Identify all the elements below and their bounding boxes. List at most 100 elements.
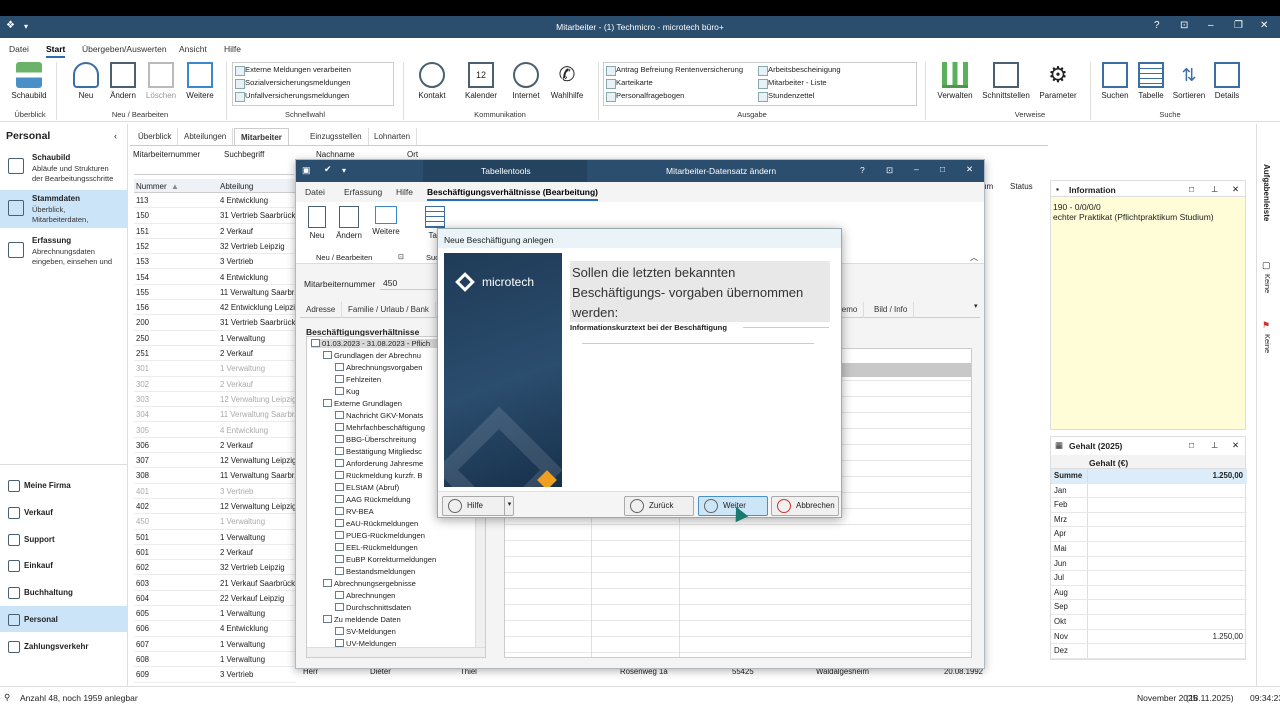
gehalt-row[interactable]: Aug	[1051, 585, 1247, 601]
table-row[interactable]: 501 1 Verwaltung	[134, 530, 296, 545]
aufgabenleiste-label[interactable]: Aufgabenleiste	[1262, 164, 1271, 221]
table-row[interactable]: 401 3 Vertrieb	[134, 484, 296, 499]
table-row[interactable]: 608 1 Verwaltung	[134, 652, 296, 668]
table-row[interactable]: 602 32 Vertrieb Leipzig	[134, 560, 296, 576]
nav-stammdaten[interactable]: Stammdaten Überblick, Mitarbeiterdaten,	[0, 190, 128, 228]
nav-buchhaltung[interactable]: Buchhaltung	[8, 587, 73, 599]
gehalt-row[interactable]: Mrz	[1051, 512, 1247, 528]
maximize-icon[interactable]: □	[1189, 184, 1194, 194]
nav-zahlungsverkehr[interactable]: Zahlungsverkehr	[8, 641, 88, 653]
dlg-neu-button[interactable]: Neu	[304, 206, 330, 240]
loeschen-button[interactable]: Löschen	[144, 62, 178, 100]
tree-node[interactable]: ELStAM (Abruf)	[335, 483, 399, 492]
wahlhilfe-button[interactable]: ✆ Wahlhilfe	[548, 62, 586, 100]
nav-erfassung[interactable]: Erfassung Abrechnungsdaten eingeben, ein…	[0, 232, 128, 270]
schnellwahl-item[interactable]: Sozialversicherungsmeldungen	[233, 76, 393, 89]
tree-node[interactable]: EEL-Rückmeldungen	[335, 543, 418, 552]
pin-icon[interactable]: ⊥	[1211, 184, 1218, 195]
layout-icon[interactable]: ⊡	[1180, 20, 1188, 31]
zurueck-button[interactable]: Zurück	[624, 496, 694, 516]
dlg-menu-hilfe[interactable]: Hilfe	[396, 187, 413, 197]
dlg-menu-datei[interactable]: Datei	[305, 187, 325, 197]
ausgabe-item[interactable]: Antrag Befreiung Rentenversicherung	[604, 63, 754, 76]
table-row[interactable]: 607 1 Verwaltung	[134, 637, 296, 652]
tree-node[interactable]: PUEG-Rückmeldungen	[335, 531, 425, 540]
tree-node[interactable]: AAG Rückmeldung	[335, 495, 411, 504]
nav-support[interactable]: Support	[8, 534, 55, 546]
table-row[interactable]: 154 4 Entwicklung	[134, 270, 296, 285]
tree-node[interactable]: Bestätigung Mitgliedsc	[335, 447, 422, 456]
table-row[interactable]: 251 2 Verkauf	[134, 346, 296, 362]
ausgabe-list[interactable]: Antrag Befreiung Rentenversicherung Kart…	[603, 62, 917, 106]
tree-node[interactable]: Kug	[335, 387, 360, 396]
save-icon[interactable]: ✔	[324, 164, 332, 175]
abbrechen-button[interactable]: Abbrechen	[771, 496, 839, 516]
close-icon[interactable]: ✕	[1232, 184, 1239, 195]
dialog-help-button[interactable]: ?	[860, 165, 865, 175]
menu-uebergeben[interactable]: Übergeben/Auswerten	[82, 44, 167, 54]
menu-start[interactable]: Start	[46, 44, 66, 58]
ausgabe-item[interactable]: Arbeitsbescheinigung	[756, 63, 906, 76]
dropdown-icon[interactable]: ▾	[342, 166, 346, 175]
keine-label[interactable]: Keine	[1263, 274, 1272, 293]
table-row[interactable]: 301 1 Verwaltung	[134, 361, 296, 377]
tree-node[interactable]: Durchschnittsdaten	[335, 603, 411, 612]
table-row[interactable]: 155 11 Verwaltung Saarbr.	[134, 285, 296, 301]
tree-node[interactable]: BBG-Überschreitung	[335, 435, 416, 444]
menu-hilfe[interactable]: Hilfe	[224, 44, 241, 54]
sortieren-button[interactable]: ⇅ Sortieren	[1170, 62, 1208, 100]
dialog-minimize-button[interactable]: –	[914, 164, 919, 174]
dlg-tab-bild[interactable]: Bild / Info	[868, 302, 915, 318]
nav-verkauf[interactable]: Verkauf	[8, 507, 53, 519]
keine-label[interactable]: Keine	[1263, 334, 1272, 353]
tree-node[interactable]: Anforderung Jahresme	[335, 459, 423, 468]
table-row[interactable]: 156 42 Entwicklung Leipzi	[134, 300, 296, 316]
tab-abteilungen[interactable]: Abteilungen	[178, 128, 234, 145]
ausgabe-item[interactable]: Karteikarte	[604, 76, 754, 89]
gehalt-row[interactable]: Nov 1.250,00	[1051, 629, 1247, 645]
gehalt-row[interactable]: Feb	[1051, 498, 1247, 513]
table-row[interactable]: 303 12 Verwaltung Leipzig	[134, 392, 296, 408]
dlg-tab-familie[interactable]: Familie / Urlaub / Bank	[342, 302, 436, 318]
table-row[interactable]: 307 12 Verwaltung Leipzig	[134, 453, 296, 469]
ausgabe-item[interactable]: Personalfragebogen	[604, 89, 754, 102]
tree-node[interactable]: Rückmeldung kurzfr. B	[335, 471, 422, 480]
table-row[interactable]: 306 2 Verkauf	[134, 438, 296, 454]
tree-h-scrollbar[interactable]	[307, 647, 485, 657]
table-row[interactable]: 402 12 Verwaltung Leipzig	[134, 499, 296, 515]
tree-node[interactable]: Bestandsmeldungen	[335, 567, 415, 576]
aendern-button[interactable]: Ändern	[106, 62, 140, 100]
table-row[interactable]: 304 11 Verwaltung Saarbr.	[134, 407, 296, 423]
tab-mitarbeiter[interactable]: Mitarbeiter	[234, 128, 289, 145]
tree-node[interactable]: RV-BEA	[335, 507, 374, 516]
gehalt-row[interactable]: Apr	[1051, 527, 1247, 542]
dlg-menu-erfassung[interactable]: Erfassung	[344, 187, 382, 197]
dlg-weitere-button[interactable]: Weitere	[370, 206, 402, 236]
dialog-layout-icon[interactable]: ⊡	[886, 165, 893, 176]
kontakt-button[interactable]: Kontakt	[414, 62, 450, 100]
gehalt-row[interactable]: Mai	[1051, 542, 1247, 557]
tree-node[interactable]: Zu meldende Daten	[323, 615, 401, 624]
gehalt-row[interactable]: Dez	[1051, 644, 1247, 659]
table-row[interactable]: 603 21 Verkauf Saarbrück	[134, 576, 296, 591]
kalender-button[interactable]: 12 Kalender	[462, 62, 500, 100]
table-row[interactable]: 450 1 Verwaltung	[134, 514, 296, 530]
tree-node[interactable]: SV-Meldungen	[335, 627, 396, 636]
hilfe-button[interactable]: Hilfe ▾	[442, 496, 514, 516]
tabs-overflow-icon[interactable]: ▾	[974, 302, 978, 310]
kurztext-field[interactable]	[582, 343, 814, 344]
table-row[interactable]: 113 4 Entwicklung	[134, 193, 296, 209]
tree-node[interactable]: Abrechnungen	[335, 591, 395, 600]
table-row[interactable]: 606 4 Entwicklung	[134, 621, 296, 637]
gehalt-row[interactable]: Jun	[1051, 556, 1247, 572]
tree-node[interactable]: Mehrfachbeschäftigung	[335, 423, 425, 432]
table-row[interactable]: 305 4 Entwicklung	[134, 423, 296, 438]
table-row[interactable]: 302 2 Verkauf	[134, 377, 296, 392]
nav-meine-firma[interactable]: Meine Firma	[8, 480, 71, 492]
schnittstellen-button[interactable]: Schnittstellen	[982, 62, 1030, 100]
hilfe-dropdown-icon[interactable]: ▾	[504, 496, 514, 516]
details-button[interactable]: Details	[1210, 62, 1244, 100]
tree-node[interactable]: Grundlagen der Abrechnu	[323, 351, 421, 360]
restore-button[interactable]: ❐	[1234, 20, 1243, 31]
group-launcher-icon[interactable]: ⊡	[398, 253, 404, 261]
